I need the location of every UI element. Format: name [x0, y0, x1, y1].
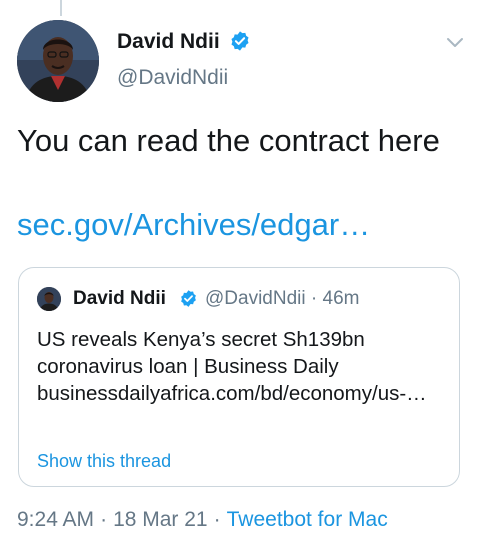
footer-separator: · — [213, 508, 221, 531]
quote-text: US reveals Kenya’s secret Sh139bn corona… — [37, 328, 427, 405]
footer-separator: · — [100, 508, 108, 531]
tweet-time: 9:24 AM — [17, 508, 95, 531]
quoted-tweet-card[interactable]: David Ndii @DavidNdii · 46m US reveals K… — [18, 267, 460, 487]
tweet-date: 18 Mar 21 — [113, 508, 208, 531]
quote-verified-badge-icon — [181, 290, 196, 307]
quote-timestamp: 46m — [322, 288, 360, 309]
tweet-detail: David Ndii @DavidNdii You can read the c… — [0, 0, 480, 541]
tweet-text: You can read the contract here — [17, 123, 440, 158]
avatar-image — [17, 20, 99, 102]
avatar[interactable] — [17, 20, 99, 102]
tweet-source-link[interactable]: Tweetbot for Mac — [227, 508, 388, 531]
quote-meta-separator: · — [310, 288, 318, 309]
quote-avatar-image — [37, 287, 61, 311]
tweet-link[interactable]: sec.gov/Archives/edgar… — [17, 204, 370, 246]
author-name[interactable]: David Ndii — [117, 30, 220, 54]
quote-avatar[interactable] — [37, 287, 61, 311]
chevron-down-icon[interactable] — [445, 36, 465, 50]
author-handle[interactable]: @DavidNdii — [117, 66, 228, 90]
quote-meta: @DavidNdii · 46m — [205, 288, 359, 310]
tweet-footer: 9:24 AM · 18 Mar 21 · Tweetbot for Mac — [17, 508, 388, 532]
quote-author-name: David Ndii — [73, 288, 166, 309]
verified-badge-icon — [231, 31, 249, 51]
thread-connector-line — [60, 0, 62, 16]
quote-author-handle: @DavidNdii — [205, 288, 306, 309]
show-thread-link[interactable]: Show this thread — [37, 451, 171, 472]
